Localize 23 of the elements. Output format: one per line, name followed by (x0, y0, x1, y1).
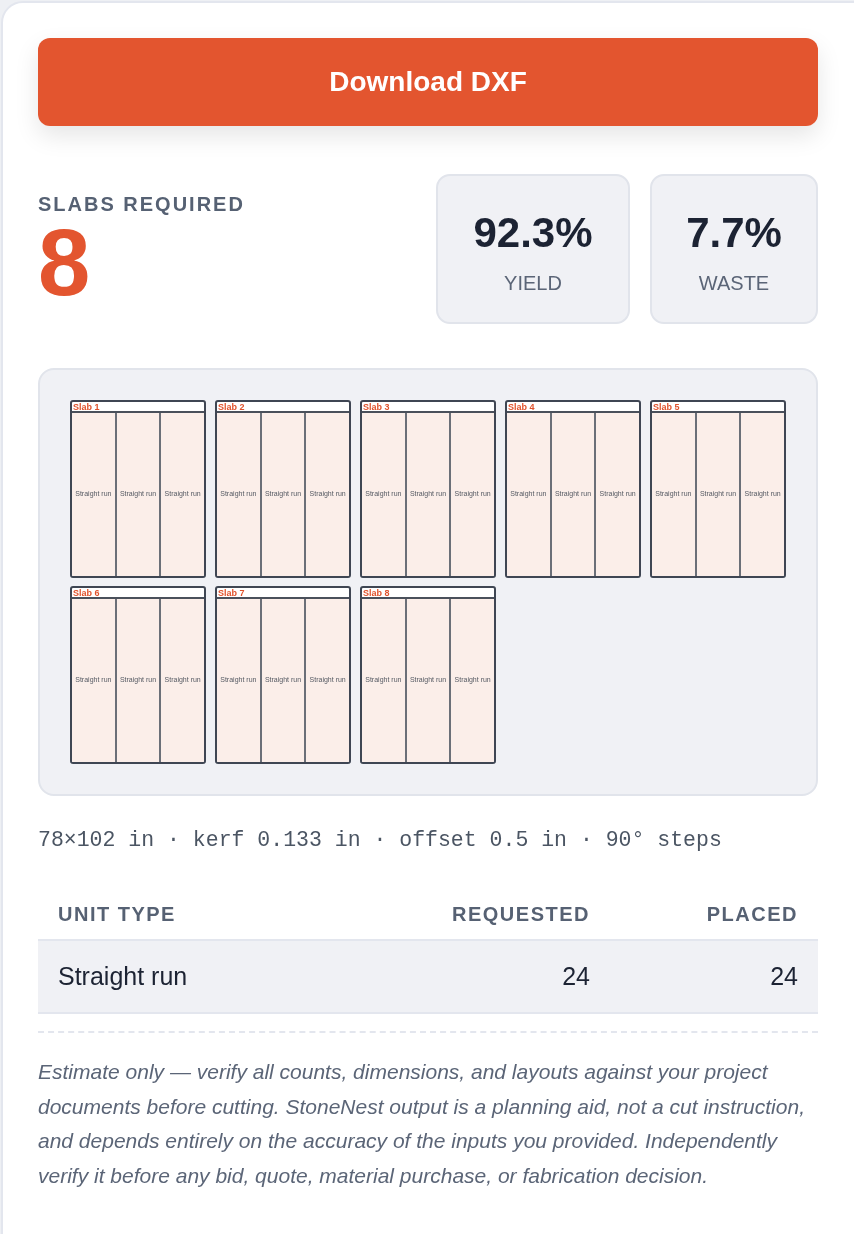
stat-value: 7.7% (686, 209, 782, 257)
stat-label: WASTE (698, 271, 770, 295)
table-cell-text: Straight run (57, 960, 189, 992)
column-header: UNIT TYPE (57, 901, 177, 927)
column-header: REQUESTED (451, 901, 591, 927)
table-cell-text: 24 (769, 960, 799, 992)
slab-label: Slab 4 (507, 402, 536, 411)
stat-value: 92.3% (473, 209, 593, 257)
slab-label: Slab 8 (362, 588, 391, 597)
download-button[interactable]: Download DXF (38, 38, 818, 126)
slab-count-label: SLABS REQUIRED (38, 192, 245, 217)
slab-label: Slab 6 (72, 588, 101, 597)
slab-count: 8 (38, 215, 91, 311)
spec-summary: 78×102 in · kerf 0.133 in · offset 0.5 in · 90° steps (38, 827, 723, 854)
table-cell-text: 24 (561, 960, 591, 992)
slab-label: Slab 7 (217, 588, 246, 597)
slab-label: Slab 3 (362, 402, 391, 411)
stat-label: YIELD (504, 271, 562, 295)
disclaimer-text: Estimate only — verify all counts, dimensions, and layouts against your project documents before cutting. StoneNest output is a planning aid, not a cut instruction, and depends entirely on the accuracy of the inputs you provided. Independently verify it before any bid, quote, material purchase, or fabrication decision. (38, 1059, 806, 1189)
slab-label: Slab 5 (652, 402, 681, 411)
slab-label: Slab 2 (217, 402, 246, 411)
column-header: PLACED (705, 901, 799, 927)
slab-label: Slab 1 (72, 402, 101, 411)
